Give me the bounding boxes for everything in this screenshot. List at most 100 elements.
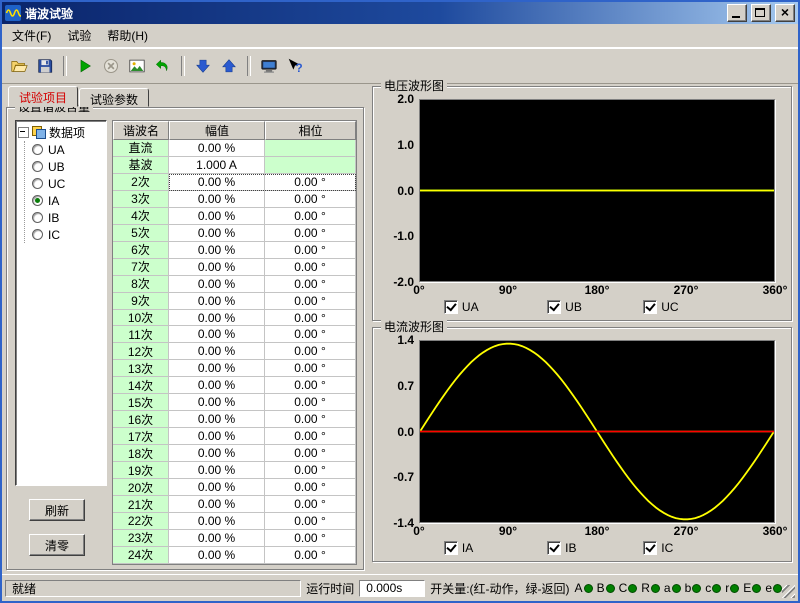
save-button[interactable]	[32, 54, 58, 78]
stop-button[interactable]	[98, 54, 124, 78]
phase-cell[interactable]: 0.00 °	[265, 242, 356, 259]
radio-ia[interactable]	[32, 195, 43, 206]
harmonic-row-20次[interactable]: 20次0.00 %0.00 °	[113, 479, 356, 496]
checkbox-icon[interactable]	[547, 541, 561, 555]
amplitude-cell[interactable]: 0.00 %	[169, 242, 265, 259]
tree-item-ib[interactable]: IB	[32, 209, 104, 226]
harmonic-row-7次[interactable]: 7次0.00 %0.00 °	[113, 259, 356, 276]
harmonic-row-18次[interactable]: 18次0.00 %0.00 °	[113, 445, 356, 462]
harmonic-row-3次[interactable]: 3次0.00 %0.00 °	[113, 191, 356, 208]
phase-cell[interactable]: 0.00 °	[265, 276, 356, 293]
phase-cell[interactable]: 0.00 °	[265, 360, 356, 377]
radio-uc[interactable]	[32, 178, 43, 189]
amplitude-cell[interactable]: 0.00 %	[169, 445, 265, 462]
amplitude-cell[interactable]: 0.00 %	[169, 225, 265, 242]
amplitude-cell[interactable]: 0.00 %	[169, 479, 265, 496]
harmonic-row-10次[interactable]: 10次0.00 %0.00 °	[113, 310, 356, 327]
harmonic-row-8次[interactable]: 8次0.00 %0.00 °	[113, 276, 356, 293]
radio-ua[interactable]	[32, 144, 43, 155]
amplitude-cell[interactable]: 0.00 %	[169, 343, 265, 360]
amplitude-cell[interactable]: 0.00 %	[169, 293, 265, 310]
phase-cell[interactable]: 0.00 °	[265, 547, 356, 564]
tree-item-ic[interactable]: IC	[32, 226, 104, 243]
series-toggle-ub[interactable]: UB	[547, 300, 582, 314]
phase-cell[interactable]: 0.00 °	[265, 259, 356, 276]
resize-grip[interactable]	[782, 585, 795, 598]
phase-cell[interactable]: 0.00 °	[265, 174, 356, 191]
amplitude-cell[interactable]: 0.00 %	[169, 360, 265, 377]
move-down-button[interactable]	[190, 54, 216, 78]
phase-cell[interactable]: 0.00 °	[265, 445, 356, 462]
move-up-button[interactable]	[216, 54, 242, 78]
amplitude-cell[interactable]: 0.00 %	[169, 276, 265, 293]
tree-item-ua[interactable]: UA	[32, 141, 104, 158]
phase-cell[interactable]	[265, 157, 356, 174]
radio-ic[interactable]	[32, 229, 43, 240]
harmonic-row-2次[interactable]: 2次0.00 %0.00 °	[113, 174, 356, 191]
harmonic-row-19次[interactable]: 19次0.00 %0.00 °	[113, 462, 356, 479]
tree-item-uc[interactable]: UC	[32, 175, 104, 192]
harmonic-row-14次[interactable]: 14次0.00 %0.00 °	[113, 377, 356, 394]
phase-cell[interactable]: 0.00 °	[265, 530, 356, 547]
harmonic-row-11次[interactable]: 11次0.00 %0.00 °	[113, 326, 356, 343]
tree-root[interactable]: 数据项	[18, 124, 104, 141]
harmonic-row-直流[interactable]: 直流0.00 %	[113, 140, 356, 157]
series-toggle-ia[interactable]: IA	[444, 541, 473, 555]
harmonic-row-22次[interactable]: 22次0.00 %0.00 °	[113, 513, 356, 530]
harmonic-row-21次[interactable]: 21次0.00 %0.00 °	[113, 496, 356, 513]
harmonic-row-基波[interactable]: 基波1.000 A	[113, 157, 356, 174]
clear-button[interactable]: 清零	[29, 534, 85, 556]
harmonic-row-17次[interactable]: 17次0.00 %0.00 °	[113, 428, 356, 445]
phase-cell[interactable]: 0.00 °	[265, 428, 356, 445]
series-toggle-ib[interactable]: IB	[547, 541, 576, 555]
harmonic-row-9次[interactable]: 9次0.00 %0.00 °	[113, 293, 356, 310]
phase-cell[interactable]: 0.00 °	[265, 310, 356, 327]
harmonic-row-16次[interactable]: 16次0.00 %0.00 °	[113, 411, 356, 428]
tab-test-items[interactable]: 试验项目	[8, 86, 78, 107]
amplitude-cell[interactable]: 0.00 %	[169, 462, 265, 479]
amplitude-cell[interactable]: 0.00 %	[169, 326, 265, 343]
snapshot-button[interactable]	[124, 54, 150, 78]
phase-cell[interactable]	[265, 140, 356, 157]
amplitude-cell[interactable]: 0.00 %	[169, 208, 265, 225]
amplitude-cell[interactable]: 0.00 %	[169, 496, 265, 513]
amplitude-cell[interactable]: 1.000 A	[169, 157, 265, 174]
radio-ib[interactable]	[32, 212, 43, 223]
phase-cell[interactable]: 0.00 °	[265, 411, 356, 428]
harmonic-row-13次[interactable]: 13次0.00 %0.00 °	[113, 360, 356, 377]
amplitude-cell[interactable]: 0.00 %	[169, 310, 265, 327]
tree-collapse-icon[interactable]	[18, 127, 29, 138]
close-button[interactable]: ×	[775, 4, 795, 22]
menu-help[interactable]: 帮助(H)	[99, 24, 156, 47]
series-toggle-uc[interactable]: UC	[643, 300, 678, 314]
harmonic-row-4次[interactable]: 4次0.00 %0.00 °	[113, 208, 356, 225]
phase-cell[interactable]: 0.00 °	[265, 479, 356, 496]
checkbox-icon[interactable]	[444, 541, 458, 555]
amplitude-cell[interactable]: 0.00 %	[169, 530, 265, 547]
harmonic-row-5次[interactable]: 5次0.00 %0.00 °	[113, 225, 356, 242]
titlebar[interactable]: 谐波试验 ×	[2, 2, 798, 24]
amplitude-cell[interactable]: 0.00 %	[169, 259, 265, 276]
open-folder-button[interactable]	[6, 54, 32, 78]
checkbox-icon[interactable]	[444, 300, 458, 314]
menu-test[interactable]: 试验	[59, 24, 99, 47]
maximize-button[interactable]	[751, 4, 771, 22]
harmonic-row-6次[interactable]: 6次0.00 %0.00 °	[113, 242, 356, 259]
phase-cell[interactable]: 0.00 °	[265, 208, 356, 225]
menu-file[interactable]: 文件(F)	[4, 24, 59, 47]
harmonic-row-15次[interactable]: 15次0.00 %0.00 °	[113, 394, 356, 411]
phase-cell[interactable]: 0.00 °	[265, 394, 356, 411]
phase-cell[interactable]: 0.00 °	[265, 513, 356, 530]
undo-button[interactable]	[150, 54, 176, 78]
device-button[interactable]	[256, 54, 282, 78]
phase-cell[interactable]: 0.00 °	[265, 326, 356, 343]
refresh-button[interactable]: 刷新	[29, 499, 85, 521]
phase-cell[interactable]: 0.00 °	[265, 293, 356, 310]
amplitude-cell[interactable]: 0.00 %	[169, 394, 265, 411]
phase-cell[interactable]: 0.00 °	[265, 496, 356, 513]
phase-cell[interactable]: 0.00 °	[265, 225, 356, 242]
checkbox-icon[interactable]	[547, 300, 561, 314]
series-toggle-ua[interactable]: UA	[444, 300, 479, 314]
context-help-button[interactable]: ?	[282, 54, 308, 78]
tree-item-ia[interactable]: IA	[32, 192, 104, 209]
